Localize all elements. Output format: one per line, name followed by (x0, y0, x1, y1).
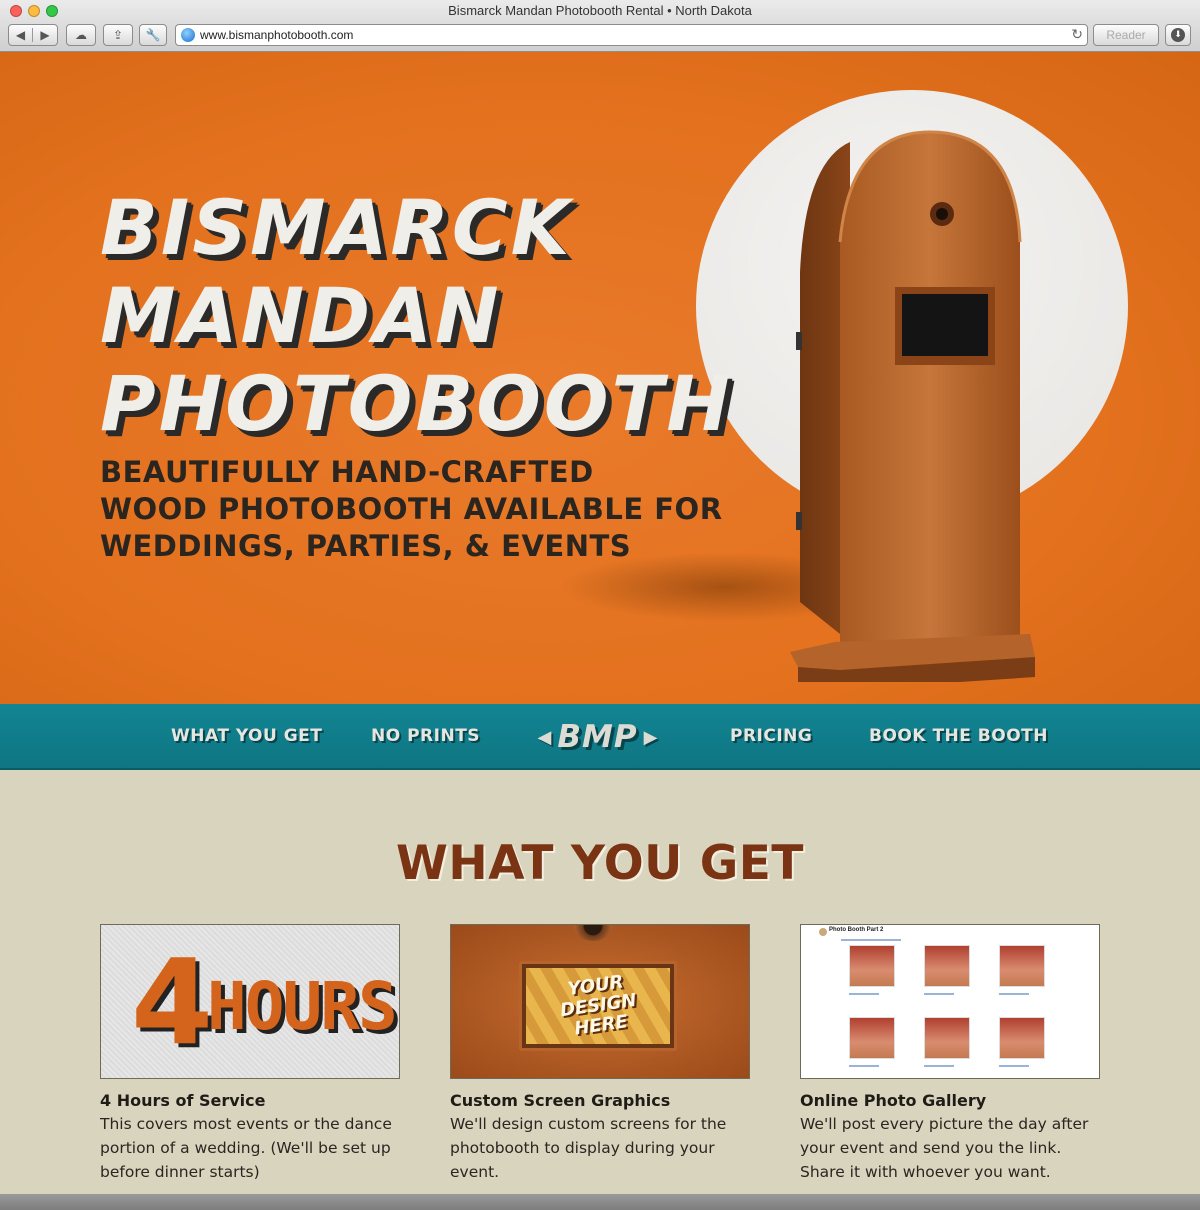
photobooth-image (790, 130, 1035, 682)
gallery-thumbnail (999, 1017, 1045, 1059)
nav-book-the-booth[interactable]: BOOK THE BOOTH (869, 726, 1048, 746)
nav-pricing[interactable]: PRICING (730, 726, 812, 746)
downloads-button[interactable]: ⬇ (1165, 24, 1191, 46)
gallery-thumbnail (849, 945, 895, 987)
back-arrow-icon[interactable]: ◀ (9, 28, 33, 42)
card-description: We'll design custom screens for the phot… (450, 1115, 727, 1181)
nav-what-you-get[interactable]: WHAT YOU GET (171, 726, 322, 746)
gallery-avatar (819, 928, 827, 936)
hero-title: BISMARCK MANDAN PHOTOBOOTH (100, 184, 733, 448)
browser-toolbar: Bismarck Mandan Photobooth Rental • Nort… (0, 0, 1200, 52)
main-nav: WHAT YOU GET NO PRINTS ◀ BMP ▶ PRICING B… (0, 704, 1200, 770)
nav-logo[interactable]: ◀ BMP ▶ (530, 717, 665, 757)
left-arrow-icon: ◀ (537, 726, 552, 748)
share-button[interactable]: ⇪ (103, 24, 133, 46)
gallery-thumbnail (924, 1017, 970, 1059)
hero-subtitle-line: WEDDINGS, PARTIES, & EVENTS (100, 529, 632, 563)
share-icon: ⇪ (112, 28, 124, 42)
hero-subtitle-line: BEAUTIFULLY HAND-CRAFTED (100, 455, 594, 489)
hours-word: HOURS (207, 968, 398, 1045)
screen-graphic: YOUR DESIGN HERE (526, 968, 670, 1044)
hero-title-line: MANDAN (100, 271, 502, 360)
gallery-thumbnail (999, 945, 1045, 987)
screen-text: YOUR DESIGN HERE (556, 971, 640, 1041)
address-bar[interactable]: www.bismanphotobooth.com ↻ (175, 24, 1088, 46)
reload-icon[interactable]: ↻ (1071, 26, 1083, 43)
gallery-caption (849, 993, 879, 995)
gallery-title: Photo Booth Part 2 (829, 927, 884, 933)
camera-lens-icon (573, 925, 613, 941)
card-description: This covers most events or the dance por… (100, 1115, 392, 1181)
card-description: We'll post every picture the day after y… (800, 1115, 1089, 1181)
logo-text: BMP (557, 719, 638, 755)
card-title: 4 Hours of Service (100, 1091, 266, 1110)
hero-banner: BISMARCK MANDAN PHOTOBOOTH BEAUTIFULLY H… (0, 52, 1200, 704)
feature-card: YOUR DESIGN HERE Custom Screen Graphics … (450, 924, 750, 1184)
gallery-thumbnail (849, 1017, 895, 1059)
gallery-tabs (841, 939, 901, 941)
nav-no-prints[interactable]: NO PRINTS (371, 726, 480, 746)
gallery-caption (999, 1065, 1029, 1067)
window-bottom-edge (0, 1194, 1200, 1210)
photo-gallery-image: Photo Booth Part 2 (800, 924, 1100, 1079)
settings-button[interactable]: 🔧 (139, 24, 167, 46)
section-title: WHAT YOU GET (396, 836, 804, 891)
what-you-get-section: WHAT YOU GET 4 HOURS 4 Hours of Service … (0, 772, 1200, 1194)
back-forward-buttons: ◀ ▶ (8, 24, 58, 46)
four-hours-image: 4 HOURS (100, 924, 400, 1079)
globe-icon (181, 28, 195, 42)
window-title: Bismarck Mandan Photobooth Rental • Nort… (448, 3, 752, 18)
gallery-caption (924, 1065, 954, 1067)
hero-subtitle-line: WOOD PHOTOBOOTH AVAILABLE FOR (100, 492, 723, 526)
reader-button[interactable]: Reader (1093, 24, 1159, 46)
gallery-caption (849, 1065, 879, 1067)
gallery-caption (999, 993, 1029, 995)
screen-frame: YOUR DESIGN HERE (519, 961, 677, 1051)
feature-card: Photo Booth Part 2 Online Photo Gallery … (800, 924, 1100, 1184)
hero-title-line: PHOTOBOOTH (100, 359, 733, 448)
custom-screen-image: YOUR DESIGN HERE (450, 924, 750, 1079)
right-arrow-icon: ▶ (643, 726, 658, 748)
hero-subtitle: BEAUTIFULLY HAND-CRAFTED WOOD PHOTOBOOTH… (100, 454, 723, 565)
feature-card: 4 HOURS 4 Hours of Service This covers m… (100, 924, 400, 1184)
gallery-caption (924, 993, 954, 995)
card-title: Online Photo Gallery (800, 1091, 987, 1110)
gallery-thumbnail (924, 945, 970, 987)
forward-arrow-icon[interactable]: ▶ (33, 28, 57, 42)
download-icon: ⬇ (1171, 28, 1185, 42)
url-text[interactable]: www.bismanphotobooth.com (200, 28, 353, 42)
icloud-tabs-button[interactable]: ☁ (66, 24, 96, 46)
hero-title-line: BISMARCK (100, 183, 573, 272)
wrench-icon: 🔧 (145, 28, 161, 42)
hours-number: 4 (131, 933, 214, 1071)
card-title: Custom Screen Graphics (450, 1091, 671, 1110)
cloud-icon: ☁ (75, 28, 87, 42)
